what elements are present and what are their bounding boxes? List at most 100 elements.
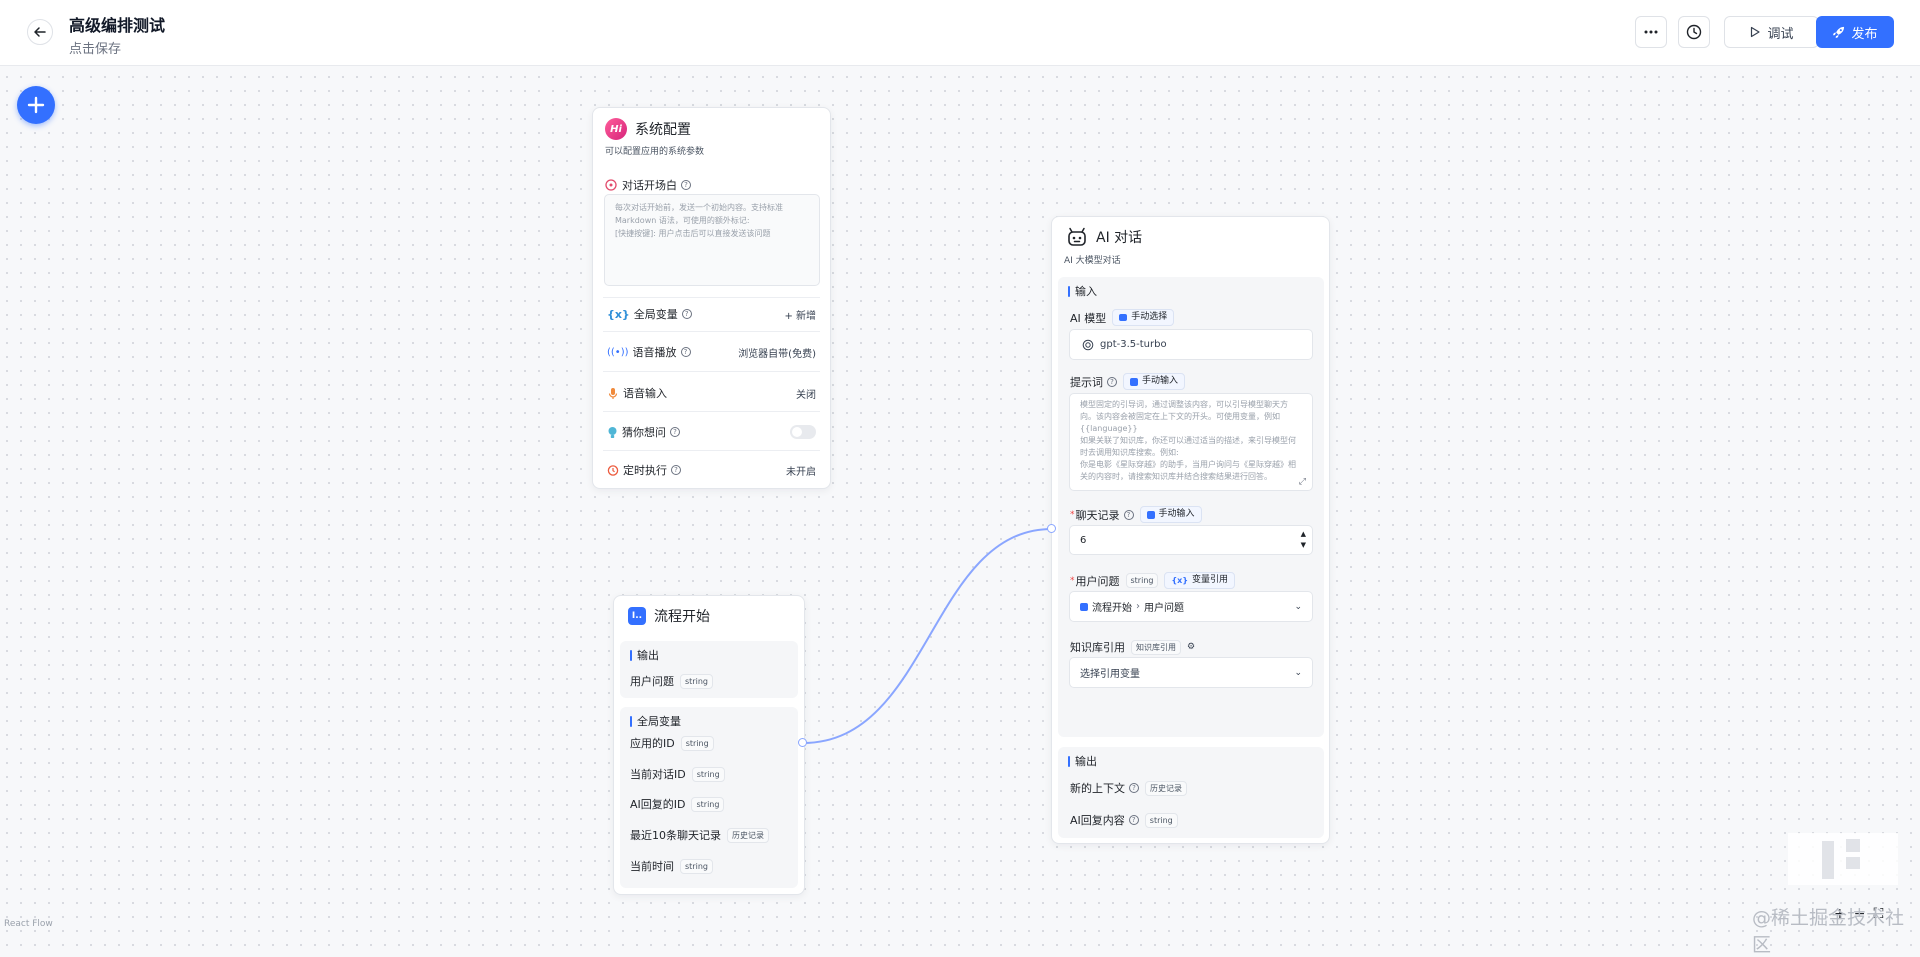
divider [603,297,820,298]
minimap[interactable] [1788,833,1898,885]
flow-start-node[interactable]: I.. 流程开始 输出 用户问题 string 全局变量 应用的ID string… [613,595,805,895]
prompt-mode-chip[interactable]: 手动输入 [1123,373,1186,390]
global-field: AI回复的ID string [630,796,725,812]
ai-node-header: AI 对话 [1066,226,1142,248]
broadcast-icon: ((•)) [607,346,629,358]
output-field: 用户问题 string [630,673,713,689]
microphone-icon [608,387,618,399]
edge-path[interactable] [802,528,1053,744]
question-path-field: 用户问题 [1144,603,1184,614]
robot-icon [1068,227,1086,246]
divider [603,450,820,451]
tts-row[interactable]: ((•)) 语音播放? 浏览器自带(免费) [593,344,830,360]
chevron-right-icon: › [1136,601,1140,612]
divider [603,371,820,372]
tts-value: 浏览器自带(免费) [738,348,816,360]
kb-reference-select[interactable]: 选择引用变量 ⌄ [1069,657,1313,688]
ai-chat-node[interactable]: AI 对话 AI 大模型对话 输入 AI 模型 手动选择 gpt-3.5-tur… [1051,216,1330,844]
ai-node-desc: AI 大模型对话 [1064,256,1121,266]
connection-edge[interactable] [0,0,1920,934]
system-config-node[interactable]: Hi 系统配置 可以配置应用的系统参数 对话开场白 ? 每次对话开始前，发送一个… [592,107,831,489]
prompt-label: 提示词 ? 手动输入 [1070,373,1186,390]
start-node-title: 流程开始 [654,609,710,625]
chevron-down-icon: ⌄ [1294,667,1302,678]
help-icon[interactable]: ? [1123,509,1134,520]
flow-start-icon: I.. [628,607,646,625]
watermark: @稀土掘金技术社区 [1752,907,1905,956]
help-icon[interactable]: ? [1107,376,1117,387]
voice-input-row[interactable]: 语音输入 关闭 [593,385,830,401]
welcome-placeholder: 每次对话开始前，发送一个初始内容。支持标准 Markdown 语法，可使用的额外… [615,203,783,238]
robot-small-icon [1119,314,1128,321]
help-icon[interactable]: ? [681,309,692,319]
chat-bubble-icon [605,179,617,191]
chevron-down-icon: ⌄ [1294,601,1302,612]
input-small-icon [1130,377,1138,386]
stepper-arrows[interactable]: ▲ ▼ [1301,529,1306,551]
divider [603,331,820,332]
guess-toggle[interactable] [790,425,816,439]
system-node-title: 系统配置 [635,122,691,138]
global-var-row: {x} 全局变量? + 新增 [607,307,816,322]
history-mode-chip[interactable]: 手动输入 [1139,506,1202,523]
welcome-textarea[interactable]: 每次对话开始前，发送一个初始内容。支持标准 Markdown 语法，可使用的额外… [604,194,820,286]
help-icon[interactable]: ? [680,347,691,357]
prompt-textarea[interactable]: 模型固定的引导词，通过调整该内容，可以引导模型聊天方向。该内容会被固定在上下文的… [1069,393,1313,491]
ai-input-title: 输入 [1068,283,1097,299]
react-flow-attribution[interactable]: React Flow [4,919,53,929]
schedule-row[interactable]: 定时执行? 未开启 [593,462,830,478]
output-field: 新的上下文 ? 历史记录 [1070,780,1187,796]
variable-icon: {x} [1171,576,1189,585]
start-global-title: 全局变量 [630,713,681,729]
ai-node-title: AI 对话 [1096,230,1143,246]
variable-icon: {x} [607,307,630,321]
model-mode-chip[interactable]: 手动选择 [1112,309,1175,326]
flow-start-small-icon [1080,602,1088,611]
kb-label: 知识库引用 知识库引用 ⚙ [1070,639,1196,655]
ai-output-section: 输出 新的上下文 ? 历史记录 AI回复内容 ? string [1058,747,1324,838]
prompt-placeholder: 模型固定的引导词，通过调整该内容，可以引导模型聊天方向。该内容会被固定在上下文的… [1080,400,1296,481]
global-field: 当前对话ID string [630,766,725,782]
timer-icon [607,465,619,476]
question-mode-chip[interactable]: {x} 变量引用 [1164,572,1236,589]
hi-logo-icon: Hi [605,118,627,140]
history-label: * 聊天记录 ? 手动输入 [1070,506,1202,523]
add-global-var-button[interactable]: + 新增 [784,307,816,322]
start-node-header: I.. 流程开始 [628,606,710,626]
model-label: AI 模型 手动选择 [1070,309,1175,326]
openai-icon [1082,339,1094,350]
guess-row: 猜你想问? [593,424,830,440]
global-field: 当前时间 string [630,858,713,874]
output-field: AI回复内容 ? string [1070,812,1178,828]
divider [603,411,820,412]
start-output-title: 输出 [630,647,659,663]
start-global-section: 全局变量 应用的ID string 当前对话ID string AI回复的ID str… [620,707,798,888]
start-output-section: 输出 用户问题 string [620,641,798,698]
question-reference-select[interactable]: 流程开始 › 用户问题 ⌄ [1069,591,1313,622]
help-icon[interactable]: ? [670,427,680,437]
question-path-node: 流程开始 [1092,603,1132,614]
ai-input-section: 输入 AI 模型 手动选择 gpt-3.5-turbo 提示词 ? 手动输入 模… [1058,277,1324,737]
schedule-value: 未开启 [786,466,816,478]
model-select[interactable]: gpt-3.5-turbo [1069,329,1313,360]
global-field: 最近10条聊天记录 历史记录 [630,827,769,843]
ai-output-title: 输出 [1068,753,1097,769]
global-field: 应用的ID string [630,735,714,751]
ai-target-handle[interactable] [1047,524,1056,533]
history-stepper[interactable]: 6 ▲ ▼ [1069,525,1313,555]
help-icon[interactable]: ? [671,465,681,475]
voice-input-value: 关闭 [796,389,816,401]
help-icon[interactable]: ? [1129,783,1139,793]
kb-placeholder: 选择引用变量 [1080,669,1140,680]
system-node-header: Hi 系统配置 [605,118,691,140]
settings-icon[interactable]: ⚙ [1187,642,1195,652]
model-value: gpt-3.5-turbo [1100,339,1167,350]
start-source-handle[interactable] [798,738,807,747]
question-label: * 用户问题 string {x} 变量引用 [1070,572,1236,589]
expand-icon[interactable]: ⤢ [1299,477,1306,487]
help-icon[interactable]: ? [681,180,691,190]
history-value: 6 [1080,534,1087,546]
input-small-icon [1146,510,1155,519]
help-icon[interactable]: ? [1128,815,1139,825]
lightbulb-icon [608,426,617,438]
